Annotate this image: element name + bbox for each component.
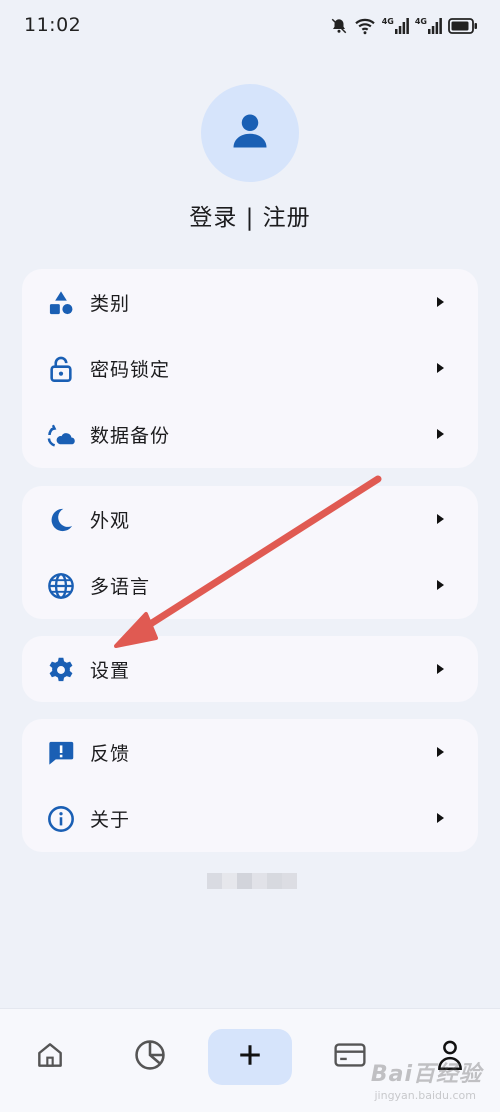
menu-item-label: 外观 [90, 510, 131, 532]
pie-chart-icon [133, 1038, 167, 1076]
tab-home[interactable] [8, 1029, 92, 1085]
menu-item-label: 类别 [90, 293, 131, 315]
menu-item-settings[interactable]: 设置 [22, 636, 478, 702]
chevron-right-icon [437, 747, 444, 757]
moon-icon [46, 505, 76, 535]
menu-card-support: 反馈 关于 [22, 719, 478, 852]
menu-item-label: 多语言 [90, 576, 151, 598]
chevron-right-icon [437, 514, 444, 524]
login-register-link[interactable]: 登录 | 注册 [189, 198, 310, 232]
tab-statistics[interactable] [108, 1029, 192, 1085]
person-icon [228, 109, 272, 157]
chevron-right-icon [437, 813, 444, 823]
add-icon [237, 1042, 263, 1072]
menu-item-data-backup[interactable]: 数据备份 [22, 401, 478, 467]
info-icon [46, 804, 76, 834]
battery-icon [448, 18, 478, 34]
chevron-right-icon [437, 429, 444, 439]
menu-item-label: 数据备份 [90, 425, 171, 447]
shapes-icon [46, 288, 76, 318]
card-icon [333, 1040, 367, 1074]
profile-header: 登录 | 注册 [0, 84, 500, 232]
menu-item-label: 关于 [90, 809, 131, 831]
menu-item-language[interactable]: 多语言 [22, 552, 478, 618]
chevron-right-icon [437, 297, 444, 307]
status-bar: 11:02 4G 4G [0, 0, 500, 52]
signal-4g-icon: 4G [382, 18, 409, 34]
bottom-tab-bar: Bai百经验 jingyan.baidu.com [0, 1008, 500, 1112]
chevron-right-icon [437, 363, 444, 373]
avatar[interactable] [201, 84, 299, 182]
menu-item-password-lock[interactable]: 密码锁定 [22, 335, 478, 401]
chevron-right-icon [437, 664, 444, 674]
status-icons: 4G 4G [330, 14, 478, 38]
cloud-sync-icon [46, 420, 76, 450]
version-label-blurred [207, 873, 297, 889]
watermark-logo: Bai百经验 [370, 1062, 482, 1087]
menu-item-label: 密码锁定 [90, 359, 171, 381]
wifi-icon [354, 17, 376, 35]
chevron-right-icon [437, 580, 444, 590]
menu-item-about[interactable]: 关于 [22, 785, 478, 851]
feedback-icon [46, 738, 76, 768]
globe-icon [46, 571, 76, 601]
bell-muted-icon [330, 17, 348, 35]
menu-item-label: 反馈 [90, 743, 131, 765]
signal-4g-icon: 4G [415, 18, 442, 34]
menu-item-feedback[interactable]: 反馈 [22, 719, 478, 785]
menu-item-category[interactable]: 类别 [22, 269, 478, 335]
menu-card-display: 外观 多语言 [22, 486, 478, 619]
status-time: 11:02 [24, 14, 82, 36]
menu-item-appearance[interactable]: 外观 [22, 486, 478, 552]
menu-item-label: 设置 [90, 660, 131, 682]
watermark-url: jingyan.baidu.com [374, 1089, 476, 1102]
tab-add[interactable] [208, 1029, 292, 1085]
home-icon [34, 1039, 66, 1075]
menu-card-general: 类别 密码锁定 数据备份 [22, 269, 478, 468]
lock-icon [46, 354, 76, 384]
menu-card-settings: 设置 [22, 636, 478, 702]
gear-icon [46, 655, 76, 685]
